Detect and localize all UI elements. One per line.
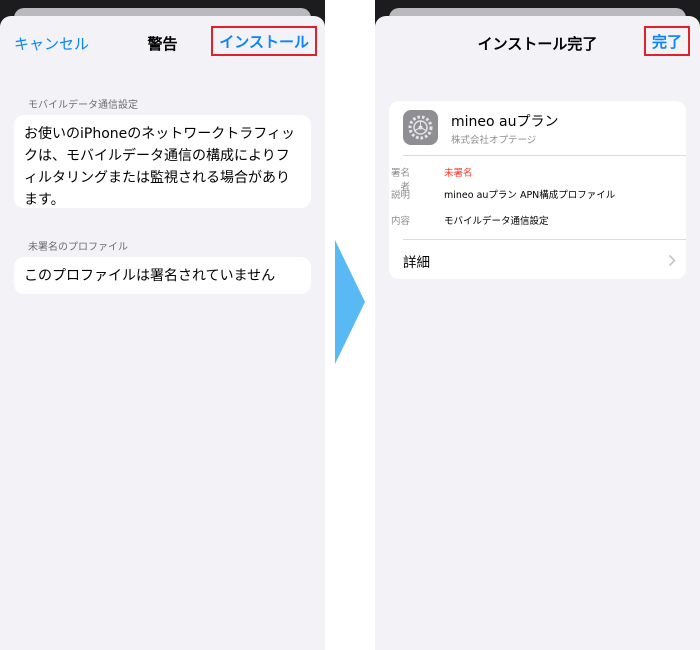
install-complete-sheet: インストール完了 完了 mineo auプラン 株式会社オプテージ 署名者 未署… — [375, 16, 700, 650]
detail-row-contents: 内容 モバイルデータ通信設定 — [389, 213, 686, 231]
settings-gear-icon — [403, 110, 438, 145]
warning-screen: キャンセル 警告 インストール モバイルデータ通信設定 お使いのiPhoneのネ… — [0, 0, 325, 650]
detail-row-description: 説明 mineo auプラン APN構成プロファイル — [389, 187, 686, 205]
next-step-arrow-icon — [335, 240, 365, 364]
done-button[interactable]: 完了 — [643, 26, 690, 56]
unsigned-profile-card: このプロファイルは署名されていません — [14, 257, 311, 294]
section-header-mobile-data: モバイルデータ通信設定 — [28, 100, 138, 111]
detail-key: 内容 — [390, 216, 410, 227]
detail-key: 説明 — [390, 190, 410, 201]
profile-card: mineo auプラン 株式会社オプテージ 署名者 未署名 説明 mineo a… — [389, 101, 686, 279]
unsigned-profile-text: このプロファイルは署名されていません — [24, 268, 276, 284]
detail-row-signer: 署名者 未署名 — [389, 165, 686, 193]
warning-sheet: キャンセル 警告 インストール モバイルデータ通信設定 お使いのiPhoneのネ… — [0, 16, 325, 650]
section-header-unsigned: 未署名のプロファイル — [28, 242, 128, 253]
chevron-right-icon — [668, 252, 676, 271]
more-details-label: 詳細 — [403, 255, 430, 271]
divider — [403, 155, 686, 156]
detail-value-unsigned: 未署名 — [444, 168, 473, 179]
mobile-data-warning-text: お使いのiPhoneのネットワークトラフィックは、モバイルデータ通信の構成により… — [24, 126, 295, 208]
nav-bar: キャンセル 警告 インストール — [0, 16, 325, 70]
profile-name: mineo auプラン — [451, 114, 559, 130]
nav-bar: インストール完了 完了 — [375, 16, 700, 70]
profile-organization: 株式会社オプテージ — [451, 135, 537, 146]
install-button[interactable]: インストール — [211, 26, 317, 56]
mobile-data-warning-card: お使いのiPhoneのネットワークトラフィックは、モバイルデータ通信の構成により… — [14, 115, 311, 208]
install-complete-screen: インストール完了 完了 mineo auプラン 株式会社オプテージ 署名者 未署… — [375, 0, 700, 650]
divider — [403, 239, 686, 240]
detail-value: モバイルデータ通信設定 — [444, 216, 549, 227]
detail-value: mineo auプラン APN構成プロファイル — [444, 190, 616, 201]
